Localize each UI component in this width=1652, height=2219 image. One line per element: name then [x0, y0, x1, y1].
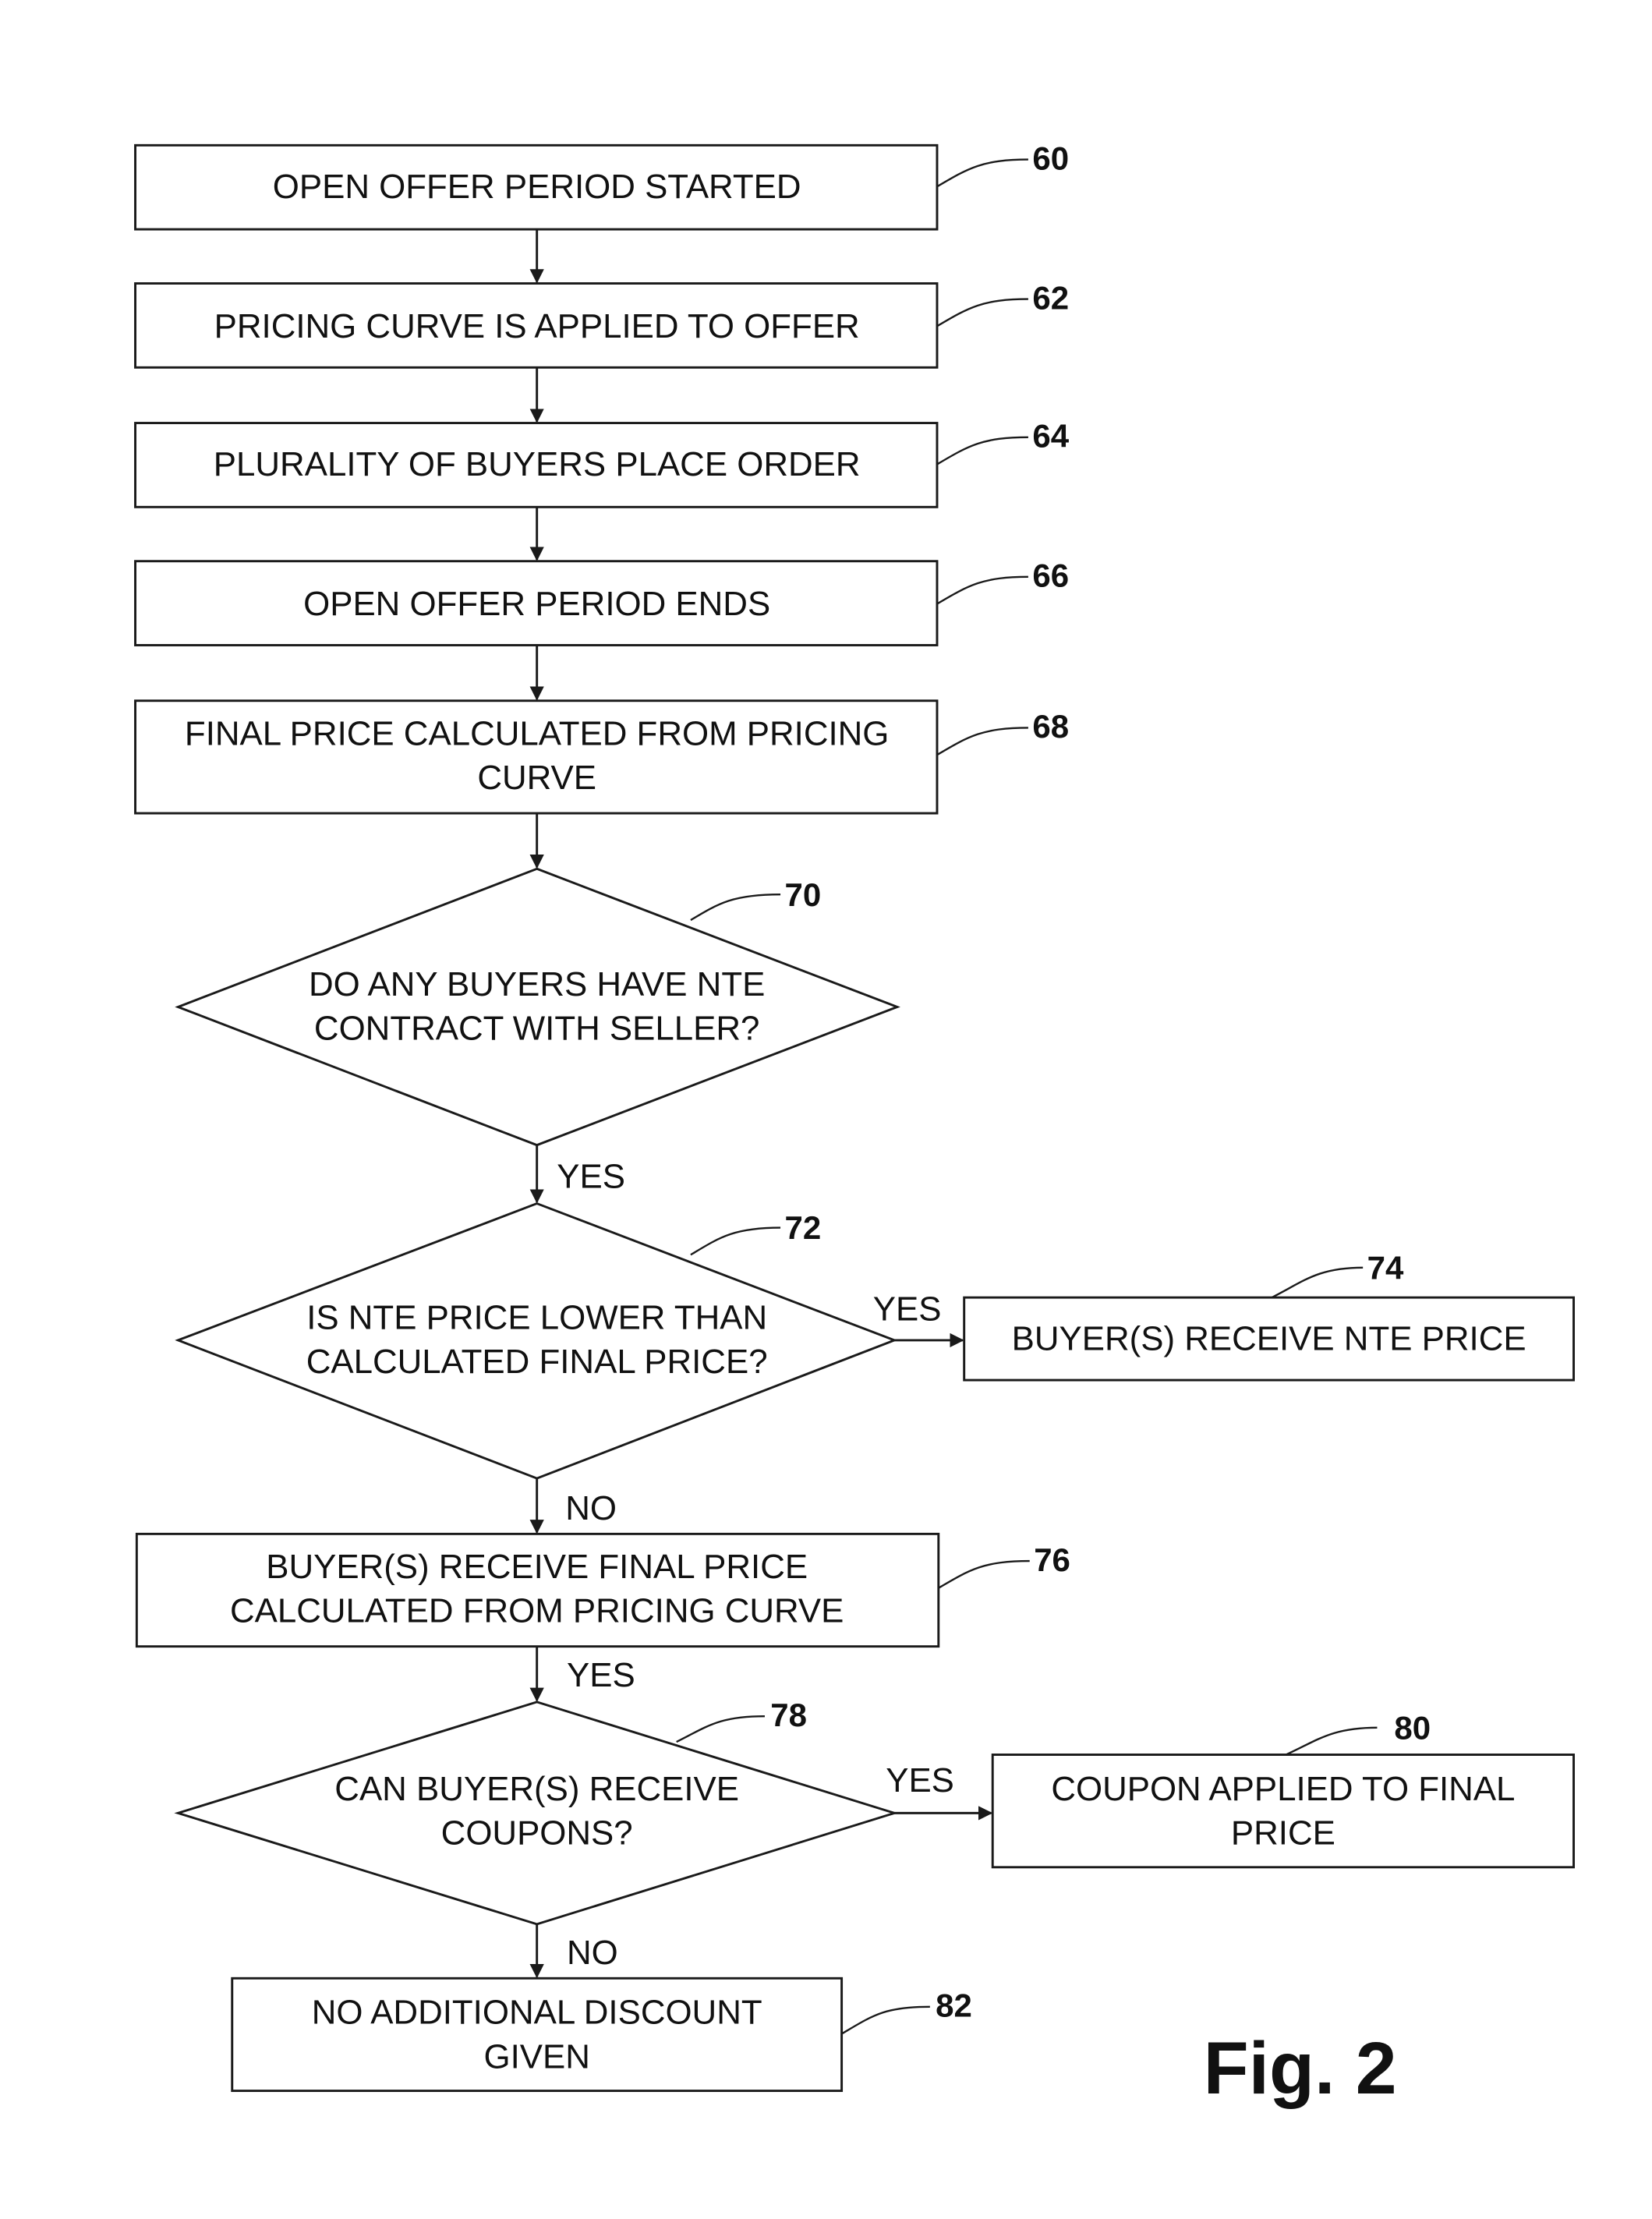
diamond-72-text-line1: IS NTE PRICE LOWER THAN [306, 1298, 767, 1336]
diamond-70-text-line1: DO ANY BUYERS HAVE NTE [309, 965, 765, 1003]
flowchart-figure: OPEN OFFER PERIOD STARTED 60 PRICING CUR… [134, 140, 1575, 2110]
process-box-62: PRICING CURVE IS APPLIED TO OFFER [134, 282, 939, 369]
edge-label-76-yes: YES [567, 1656, 635, 1694]
box-68-text-line2: CURVE [477, 759, 596, 797]
leader-line-78 [676, 1715, 765, 1743]
box-60-text: OPEN OFFER PERIOD STARTED [273, 168, 801, 206]
edge-label-72-yes: YES [873, 1290, 942, 1328]
process-box-74: BUYER(S) RECEIVE NTE PRICE [963, 1296, 1575, 1382]
leader-line-64 [936, 436, 1028, 465]
box-64-text: PLURALITY OF BUYERS PLACE ORDER [214, 445, 861, 483]
ref-number-66: 66 [1032, 557, 1069, 594]
ref-number-76: 76 [1034, 1541, 1070, 1578]
box-80-text-line1: COUPON APPLIED TO FINAL [1051, 1770, 1515, 1808]
edge-label-78-no: NO [567, 1934, 618, 1972]
edge-label-70-yes: YES [557, 1157, 625, 1195]
figure-title: Fig. 2 [1204, 2027, 1397, 2110]
leader-line-60 [936, 158, 1028, 188]
ref-number-74: 74 [1367, 1249, 1404, 1286]
box-82-text-line1: NO ADDITIONAL DISCOUNT [312, 1994, 762, 2032]
box-62-text: PRICING CURVE IS APPLIED TO OFFER [214, 307, 860, 345]
box-76-text-line1: BUYER(S) RECEIVE FINAL PRICE [266, 1548, 808, 1586]
leader-line-74 [1271, 1266, 1364, 1299]
ref-number-78: 78 [770, 1697, 807, 1733]
process-box-66: OPEN OFFER PERIOD ENDS [134, 560, 939, 646]
edge-label-78-yes: YES [886, 1761, 954, 1800]
diamond-78-text-line2: COUPONS? [441, 1814, 633, 1853]
ref-number-68: 68 [1032, 708, 1069, 745]
process-box-76: BUYER(S) RECEIVE FINAL PRICE CALCULATED … [135, 1532, 940, 1648]
process-box-68: FINAL PRICE CALCULATED FROM PRICING CURV… [134, 699, 939, 815]
ref-number-60: 60 [1032, 140, 1069, 176]
ref-number-72: 72 [785, 1209, 822, 1246]
diamond-72-text-line2: CALCULATED FINAL PRICE? [306, 1343, 768, 1381]
leader-line-82 [840, 2005, 930, 2035]
box-74-text: BUYER(S) RECEIVE NTE PRICE [1012, 1320, 1526, 1358]
ref-number-82: 82 [936, 1987, 972, 2024]
process-box-80: COUPON APPLIED TO FINAL PRICE [991, 1754, 1575, 1869]
leader-line-68 [936, 727, 1028, 756]
process-box-82: NO ADDITIONAL DISCOUNT GIVEN [231, 1977, 844, 2093]
ref-number-80: 80 [1394, 1709, 1431, 1746]
process-box-64: PLURALITY OF BUYERS PLACE ORDER [134, 422, 939, 508]
box-80-text-line2: PRICE [1231, 1814, 1335, 1853]
box-66-text: OPEN OFFER PERIOD ENDS [303, 585, 770, 623]
box-68-text-line1: FINAL PRICE CALCULATED FROM PRICING [185, 714, 889, 752]
ref-number-62: 62 [1032, 279, 1069, 316]
decision-diamond-78: CAN BUYER(S) RECEIVE COUPONS? [174, 1701, 899, 1926]
box-82-text-line2: GIVEN [483, 2037, 589, 2076]
leader-line-80 [1286, 1726, 1378, 1756]
ref-number-70: 70 [785, 876, 822, 913]
process-box-60: OPEN OFFER PERIOD STARTED [134, 143, 939, 231]
diamond-70-text-line2: CONTRACT WITH SELLER? [314, 1009, 759, 1047]
leader-line-62 [936, 298, 1028, 327]
ref-number-64: 64 [1032, 418, 1069, 455]
leader-line-66 [936, 575, 1028, 605]
leader-line-76 [938, 1559, 1030, 1589]
leader-line-70 [690, 893, 781, 922]
box-76-text-line2: CALCULATED FROM PRICING CURVE [230, 1592, 844, 1630]
diamond-78-text-line1: CAN BUYER(S) RECEIVE [334, 1770, 739, 1808]
edge-label-72-no: NO [565, 1489, 617, 1527]
leader-line-72 [690, 1226, 781, 1256]
